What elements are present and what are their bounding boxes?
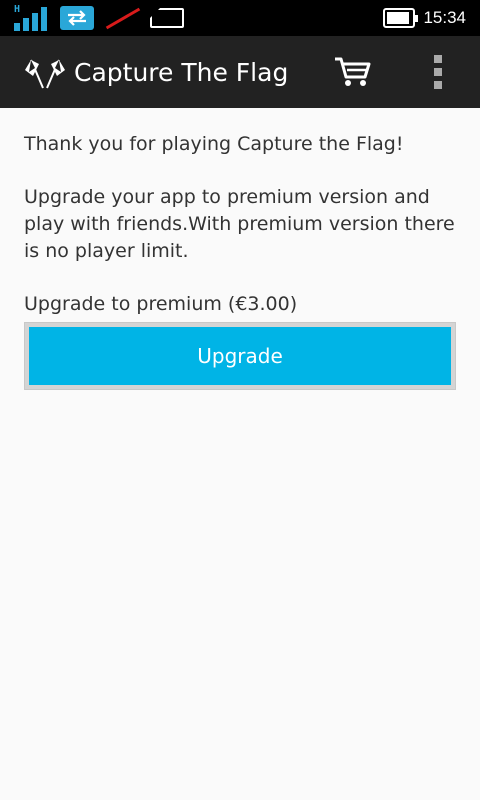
clock: 15:34	[423, 8, 466, 27]
checkered-flags-icon[interactable]	[22, 52, 68, 92]
upgrade-button[interactable]: Upgrade	[29, 327, 451, 385]
upgrade-button-container: Upgrade	[24, 322, 456, 390]
overflow-menu-icon[interactable]	[420, 50, 456, 94]
network-type-label: H	[14, 4, 21, 15]
data-transfer-icon	[60, 6, 94, 30]
sim-card-icon	[150, 8, 184, 28]
thanks-text: Thank you for playing Capture the Flag!	[24, 133, 404, 155]
description-text: Upgrade your app to premium version and …	[24, 186, 455, 262]
price-label: Upgrade to premium (€3.00)	[24, 293, 298, 315]
no-sim-icon	[104, 6, 141, 30]
main-content: Thank you for playing Capture the Flag! …	[0, 108, 480, 412]
action-bar: Capture The Flag	[0, 36, 480, 108]
signal-icon: H	[14, 4, 50, 31]
status-bar: H 15:34	[0, 0, 480, 36]
app-title: Capture The Flag	[74, 57, 289, 87]
battery-icon	[383, 8, 419, 28]
shopping-cart-icon[interactable]	[330, 50, 376, 94]
